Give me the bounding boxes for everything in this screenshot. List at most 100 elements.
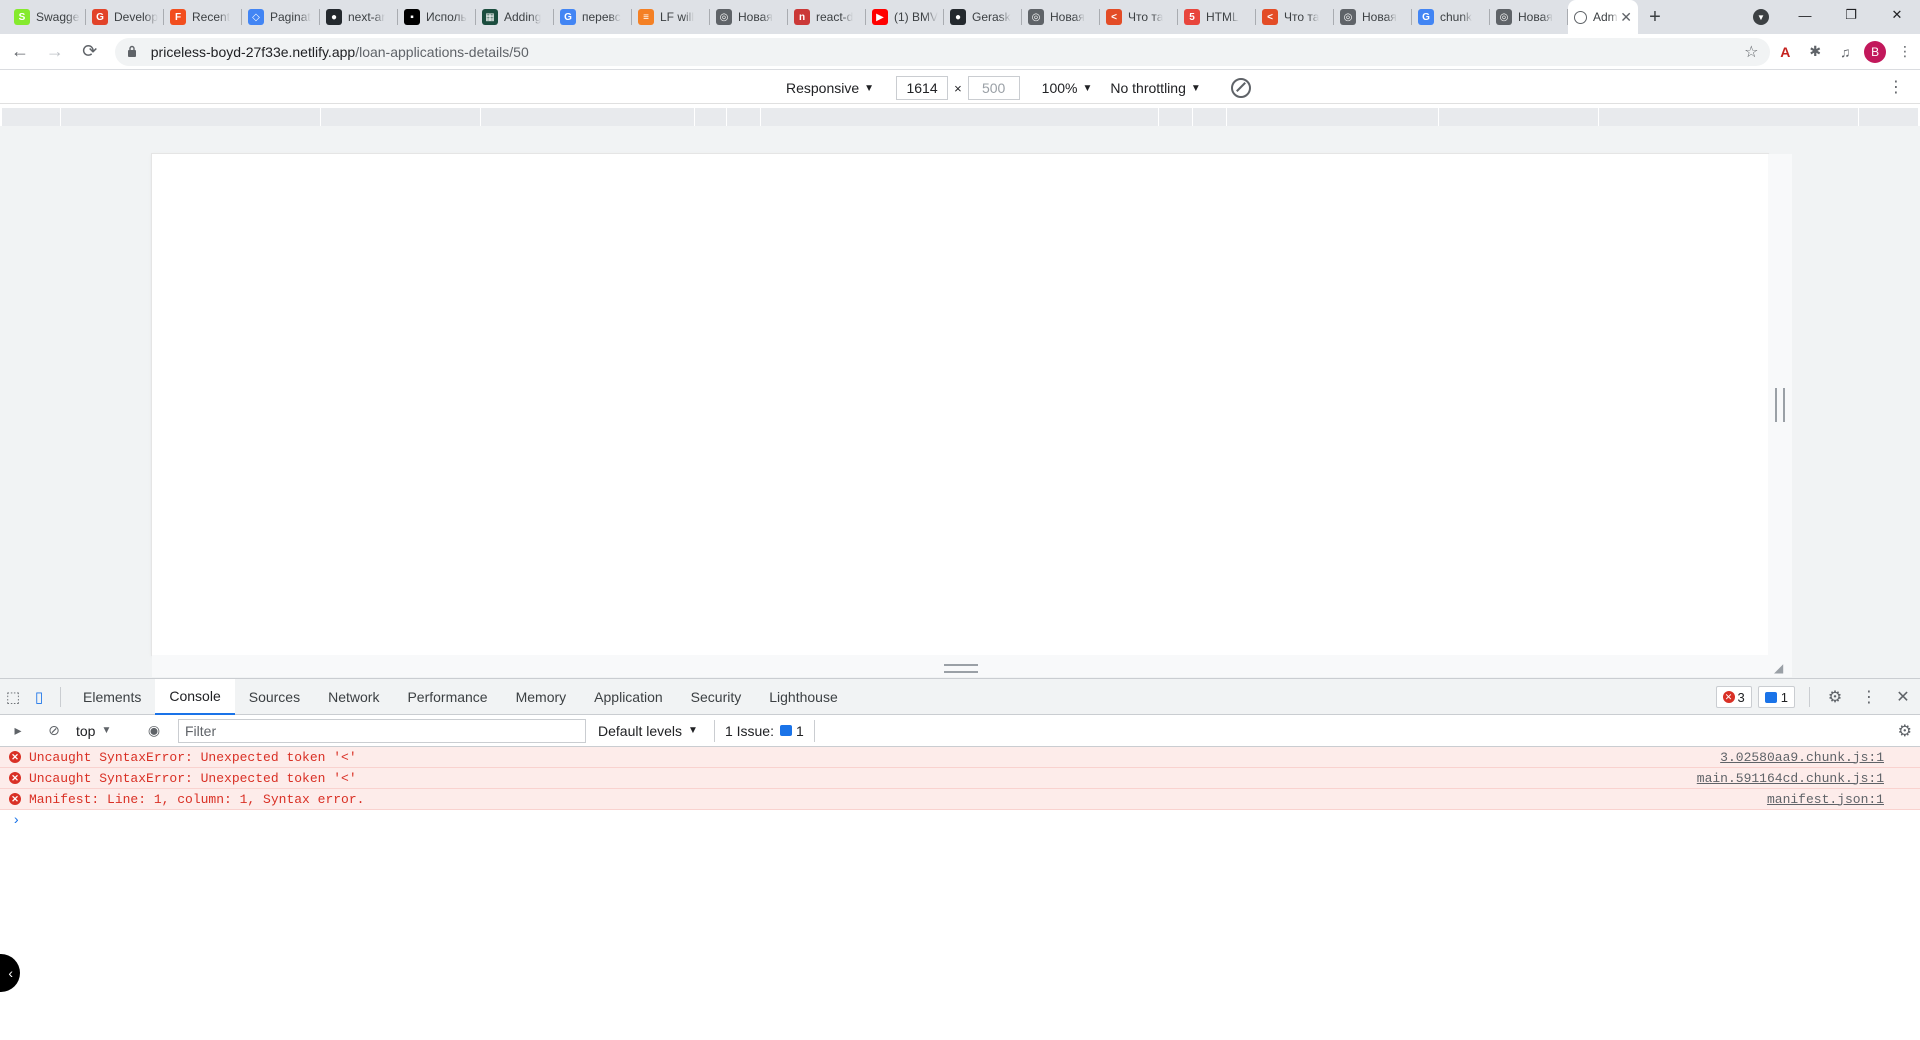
corner-resize-icon[interactable]: ◢ (1774, 661, 1788, 675)
tab-title: Swagger (36, 10, 80, 24)
browser-tab[interactable]: n react-d (788, 0, 866, 34)
device-toggle-icon[interactable]: ▯ (26, 679, 52, 715)
browser-tab[interactable]: ● next-ar (320, 0, 398, 34)
page-viewport[interactable] (152, 154, 1768, 655)
tab-title: (1) BMV (894, 10, 938, 24)
browser-tab[interactable]: Gперевс (554, 0, 632, 34)
browser-menu-icon[interactable]: ⋮ (1890, 37, 1920, 67)
tab-search-button[interactable]: ▼ (1750, 6, 1772, 28)
dropdown-arrow-icon: ▼ (101, 725, 112, 736)
live-expression-eye-icon[interactable]: ◉ (136, 715, 172, 747)
tab-favicon-icon: < (1106, 9, 1122, 25)
browser-tab[interactable]: < Что та (1100, 0, 1178, 34)
dropdown-arrow-icon: ▼ (688, 725, 698, 736)
minimize-button[interactable]: — (1782, 0, 1828, 30)
zoom-dropdown[interactable]: 100% ▼ (1042, 80, 1093, 96)
browser-tab[interactable]: < Что та (1256, 0, 1334, 34)
browser-tab[interactable]: ≡ LF will (632, 0, 710, 34)
forward-button[interactable]: → (40, 37, 70, 67)
console-error-row: ✕ Uncaught SyntaxError: Unexpected token … (0, 768, 1920, 789)
browser-tab[interactable]: G Develop (86, 0, 164, 34)
address-bar[interactable]: priceless-boyd-27f33e.netlify.app/loan-a… (114, 37, 1771, 66)
message-count-badge[interactable]: 1 (1757, 686, 1795, 708)
settings-gear-icon[interactable]: ⚙ (1818, 679, 1852, 715)
close-tab-icon[interactable]: ✕ (1620, 9, 1632, 26)
error-count-badge[interactable]: ✕ 3 (1715, 686, 1752, 708)
tab-favicon-icon: ● (950, 9, 966, 25)
message-icon (1764, 691, 1777, 703)
devtools-tab-sources[interactable]: Sources (235, 679, 314, 715)
devtools-tab-lighthouse[interactable]: Lighthouse (755, 679, 852, 715)
browser-tab-active[interactable]: Adm ✕ (1568, 0, 1638, 34)
console-filter-input[interactable] (178, 718, 586, 743)
profile-button[interactable]: B (1860, 37, 1890, 67)
tab-title: Новая (1518, 10, 1553, 24)
error-icon: ✕ (9, 772, 21, 784)
error-source-link[interactable]: 3.02580aa9.chunk.js:1 (1720, 750, 1884, 765)
zoom-label: 100% (1041, 80, 1078, 96)
browser-tab[interactable]: 5 HTML (1178, 0, 1256, 34)
tab-favicon-icon: ▪ (404, 9, 420, 25)
extensions-puzzle-icon[interactable]: ✱ (1800, 37, 1830, 67)
device-mode-dropdown[interactable]: Responsive ▼ (786, 80, 874, 96)
devtools-tab-performance[interactable]: Performance (393, 679, 501, 715)
sidebar-toggle-icon[interactable]: ▸ (0, 715, 36, 747)
restore-button[interactable]: ❐ (1828, 0, 1874, 30)
console-settings-gear-icon[interactable]: ⚙ (1898, 721, 1912, 741)
rotate-icon[interactable] (1230, 78, 1251, 98)
more-options-icon[interactable]: ⋮ (1852, 679, 1886, 715)
media-control-icon[interactable]: ♫ (1830, 37, 1860, 67)
browser-tab[interactable]: ▶ (1) BMV (866, 0, 944, 34)
error-source-link[interactable]: main.591164cd.chunk.js:1 (1697, 771, 1884, 786)
clear-console-icon[interactable]: ⊘ (36, 715, 72, 747)
tab-title: Что та (1284, 10, 1320, 24)
browser-tab[interactable]: ◎ Новая (1334, 0, 1412, 34)
height-resize-handle[interactable]: ◢ (152, 655, 1792, 677)
tab-favicon-icon: ◇ (248, 9, 264, 25)
close-window-button[interactable]: ✕ (1874, 0, 1920, 30)
dimension-separator: × (954, 80, 962, 96)
tab-title: Recent (192, 10, 231, 24)
tab-title: Новая (1050, 10, 1085, 24)
close-devtools-icon[interactable]: ✕ (1886, 679, 1920, 715)
back-button[interactable]: ← (5, 37, 35, 67)
browser-tab[interactable]: Gchunk (1412, 0, 1490, 34)
log-levels-dropdown[interactable]: Default levels ▼ (598, 723, 698, 739)
throttling-dropdown[interactable]: No throttling ▼ (1110, 80, 1200, 96)
browser-toolbar: ← → ⟳ priceless-boyd-27f33e.netlify.app /… (0, 34, 1920, 70)
devtools-tab-security[interactable]: Security (677, 679, 756, 715)
devtools-panel: ⬚ ▯ Elements Console Sources Network Perform… (0, 678, 1920, 1040)
new-tab-button[interactable]: + (1638, 0, 1672, 34)
inspect-element-icon[interactable]: ⬚ (0, 679, 26, 715)
media-query-ruler[interactable] (2, 108, 1918, 126)
browser-tab[interactable]: ◎ Новая (1022, 0, 1100, 34)
viewport-height-input[interactable]: 500 (967, 76, 1020, 100)
devtools-tab-network[interactable]: Network (314, 679, 393, 715)
console-error-row: ✕ Manifest: Line: 1, column: 1, Syntax er… (0, 789, 1920, 810)
lock-icon (127, 45, 141, 59)
issues-button[interactable]: 1 Issue: 1 (713, 719, 815, 742)
devtools-tab-elements[interactable]: Elements (69, 679, 155, 715)
devtools-tab-bar: ⬚ ▯ Elements Console Sources Network Perform… (0, 678, 1920, 715)
device-toolbar-menu-icon[interactable]: ⋮ (1888, 77, 1904, 97)
browser-tab[interactable]: ● Gerask (944, 0, 1022, 34)
browser-tab[interactable]: ◇ Paginat (242, 0, 320, 34)
browser-tab[interactable]: ▦ Adding (476, 0, 554, 34)
devtools-tab-console[interactable]: Console (155, 678, 235, 715)
console-prompt[interactable]: › (0, 810, 1920, 832)
devtools-tab-memory[interactable]: Memory (502, 679, 581, 715)
reload-button[interactable]: ⟳ (75, 37, 105, 67)
context-selector[interactable]: top ▼ (76, 723, 136, 739)
width-resize-handle[interactable] (1768, 154, 1792, 655)
error-source-link[interactable]: manifest.json:1 (1767, 792, 1884, 807)
bookmark-star-icon[interactable]: ☆ (1744, 42, 1758, 62)
browser-tab[interactable]: F Recent (164, 0, 242, 34)
browser-tab[interactable]: ◎ Новая (1490, 0, 1568, 34)
pdf-extension-icon[interactable]: A (1770, 37, 1800, 67)
browser-tab[interactable]: ◎ Новая (710, 0, 788, 34)
tab-title: Adding (504, 10, 542, 24)
viewport-width-input[interactable]: 1614 (896, 76, 949, 100)
devtools-tab-application[interactable]: Application (580, 679, 677, 715)
browser-tab[interactable]: ▪ Исполь (398, 0, 476, 34)
browser-tab[interactable]: S Swagger (8, 0, 86, 34)
